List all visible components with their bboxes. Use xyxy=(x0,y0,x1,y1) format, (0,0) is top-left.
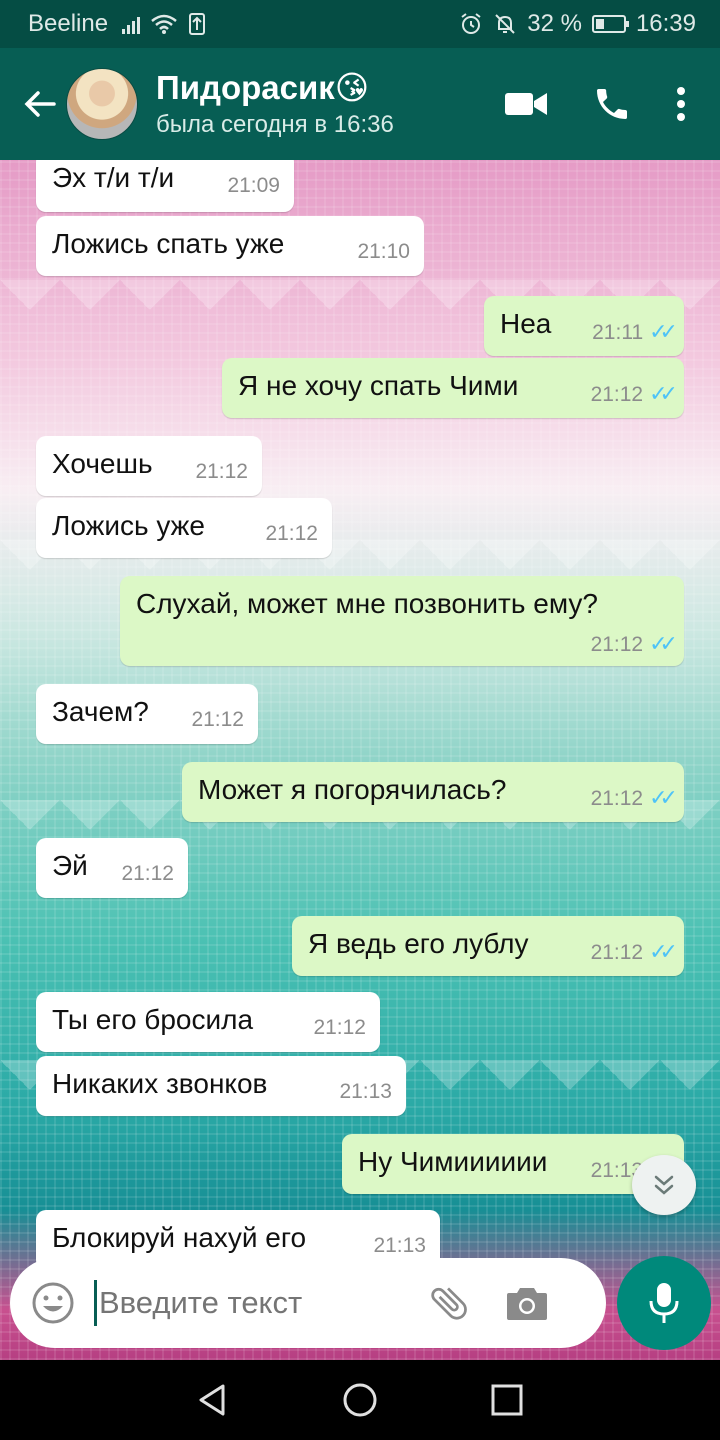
message-time: 21:12 xyxy=(265,522,318,545)
message-bubble-incoming[interactable]: Ты его бросила 21:12 xyxy=(36,992,380,1052)
attach-icon[interactable] xyxy=(425,1279,473,1327)
message-time: 21:12 xyxy=(590,940,644,964)
message-text: Зачем? xyxy=(52,696,149,727)
more-vert-icon[interactable] xyxy=(676,86,686,122)
battery-percent: 32 % xyxy=(527,10,582,37)
header-actions xyxy=(504,84,686,124)
data-transfer-icon xyxy=(189,13,206,35)
message-time: 21:12 xyxy=(195,460,248,483)
phone-icon[interactable] xyxy=(592,84,632,124)
message-text: Эх т/и т/и xyxy=(52,162,175,193)
message-time: 21:09 xyxy=(227,174,280,197)
message-time: 21:12 xyxy=(590,382,644,406)
message-time: 21:12 xyxy=(590,632,644,656)
message-meta: 21:12 ✓✓ xyxy=(590,940,678,965)
message-time: 21:12 xyxy=(121,862,174,885)
double-chevron-down-icon xyxy=(654,1175,674,1195)
message-bubble-incoming[interactable]: Никаких звонков 21:13 xyxy=(36,1056,406,1116)
message-text: Неа xyxy=(500,308,552,339)
message-bubble-incoming[interactable]: Хочешь 21:12 xyxy=(36,436,262,496)
nav-home-icon[interactable] xyxy=(330,1370,390,1430)
message-time: 21:13 xyxy=(373,1234,426,1257)
message-text: Ложись спать уже xyxy=(52,228,285,259)
message-meta: 21:12 ✓✓ xyxy=(590,382,678,407)
message-text: Может я погорячилась? xyxy=(198,774,507,805)
last-seen-status: была сегодня в 16:36 xyxy=(156,111,394,138)
back-arrow-icon[interactable] xyxy=(10,74,70,134)
mic-icon xyxy=(649,1283,679,1323)
message-bubble-outgoing[interactable]: Может я погорячилась? 21:12 ✓✓ xyxy=(182,762,684,822)
message-text: Блокируй нахуй его xyxy=(52,1222,307,1253)
text-cursor xyxy=(94,1280,97,1326)
status-right: 32 % 16:39 xyxy=(459,10,696,38)
message-time: 21:12 xyxy=(191,708,244,731)
message-bubble-incoming[interactable]: Ложись уже 21:12 xyxy=(36,498,332,558)
contact-name: Пидорасик😘 xyxy=(156,69,370,106)
read-ticks-icon: ✓✓ xyxy=(649,940,678,965)
message-bubble-outgoing[interactable]: Слухай, может мне позвонить ему? 21:12 ✓✓ xyxy=(120,576,684,666)
chat-header: Пидорасик😘 была сегодня в 16:36 xyxy=(0,48,720,160)
camera-icon[interactable] xyxy=(503,1279,551,1327)
status-bar: Beeline 32 % 16:39 xyxy=(0,0,720,48)
message-bubble-outgoing[interactable]: Я ведь его лублу 21:12 ✓✓ xyxy=(292,916,684,976)
message-meta: 21:12 ✓✓ xyxy=(590,786,678,811)
message-bubble-outgoing[interactable]: Неа 21:11 ✓✓ xyxy=(484,296,684,356)
message-input[interactable] xyxy=(99,1285,419,1321)
scroll-to-bottom-button[interactable] xyxy=(632,1155,696,1215)
message-text: Слухай, может мне позвонить ему? xyxy=(136,588,598,619)
message-bubble-incoming[interactable]: Эй 21:12 xyxy=(36,838,188,898)
message-composer xyxy=(10,1258,606,1348)
message-bubble-incoming[interactable]: Ложись спать уже 21:10 xyxy=(36,216,424,276)
read-ticks-icon: ✓✓ xyxy=(649,632,678,657)
message-text: Ну Чимииииии xyxy=(358,1146,548,1177)
contact-info[interactable]: Пидорасик😘 была сегодня в 16:36 xyxy=(156,69,394,139)
message-text: Я ведь его лублу xyxy=(308,928,529,959)
message-meta: 21:12 ✓✓ xyxy=(590,632,678,657)
alarm-icon xyxy=(461,13,481,34)
wifi-icon xyxy=(151,14,177,34)
message-text: Хочешь xyxy=(52,448,153,479)
message-time: 21:10 xyxy=(357,240,410,263)
message-time: 21:11 xyxy=(592,320,644,344)
nav-recents-icon[interactable] xyxy=(477,1370,537,1430)
message-time: 21:12 xyxy=(590,786,644,810)
video-call-icon[interactable] xyxy=(504,90,548,118)
message-text: Я не хочу спать Чими xyxy=(238,370,519,401)
read-ticks-icon: ✓✓ xyxy=(649,382,678,407)
clock: 16:39 xyxy=(635,10,696,37)
message-bubble-incoming[interactable]: Зачем? 21:12 xyxy=(36,684,258,744)
read-ticks-icon: ✓✓ xyxy=(649,320,678,345)
message-time: 21:12 xyxy=(313,1016,366,1039)
read-ticks-icon: ✓✓ xyxy=(649,786,678,811)
emoji-icon[interactable] xyxy=(30,1280,76,1326)
message-text: Никаких звонков xyxy=(52,1068,268,1099)
mute-bell-icon xyxy=(495,14,515,34)
message-bubble-incoming[interactable]: Эх т/и т/и 21:09 xyxy=(36,160,294,212)
voice-record-button[interactable] xyxy=(617,1256,711,1350)
message-time: 21:13 xyxy=(339,1080,392,1103)
message-meta: 21:11 ✓✓ xyxy=(592,320,678,345)
battery-icon xyxy=(591,15,629,33)
system-navigation-bar xyxy=(0,1360,720,1440)
message-text: Ты его бросила xyxy=(52,1004,254,1035)
carrier-name: Beeline xyxy=(28,10,109,37)
message-bubble-outgoing[interactable]: Я не хочу спать Чими 21:12 ✓✓ xyxy=(222,358,684,418)
avatar[interactable] xyxy=(66,68,138,140)
chat-area[interactable]: Эх т/и т/и 21:09 Ложись спать уже 21:10 … xyxy=(0,160,720,1360)
status-left-icons xyxy=(122,12,206,36)
signal-icon xyxy=(122,14,141,34)
nav-back-icon[interactable] xyxy=(183,1370,243,1430)
message-text: Эй xyxy=(52,850,88,881)
message-text: Ложись уже xyxy=(52,510,205,541)
